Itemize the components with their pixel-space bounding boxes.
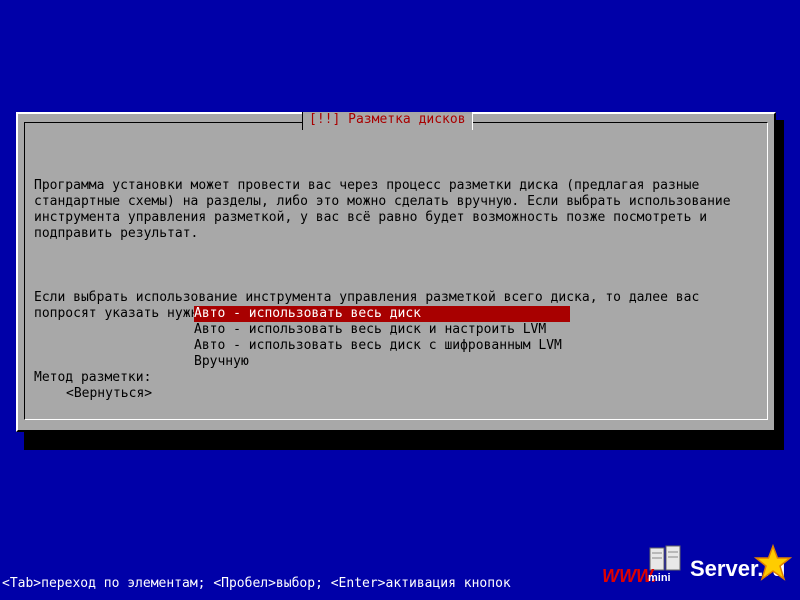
partition-method-list: Авто - использовать весь диск Авто - исп…	[194, 306, 570, 370]
dialog-body: Программа установки может провести вас ч…	[34, 146, 754, 418]
star-icon	[754, 544, 792, 581]
back-button[interactable]: <Вернуться>	[66, 386, 152, 402]
partition-dialog: [!!] Разметка дисков Программа установки…	[16, 112, 776, 432]
logo-mini: mini	[648, 572, 671, 584]
option-auto-lvm[interactable]: Авто - использовать весь диск и настроит…	[194, 322, 570, 338]
status-bar: <Tab>переход по элементам; <Пробел>выбор…	[2, 576, 511, 591]
option-auto-whole-disk[interactable]: Авто - использовать весь диск	[194, 306, 570, 322]
site-logo: WWW. mini Server.ru	[602, 540, 798, 596]
option-auto-encrypted-lvm[interactable]: Авто - использовать весь диск с шифрован…	[194, 338, 570, 354]
description-paragraph-1: Программа установки может провести вас ч…	[34, 178, 731, 241]
method-label: Метод разметки:	[34, 370, 152, 385]
option-manual[interactable]: Вручную	[194, 354, 570, 370]
dialog-title: [!!] Разметка дисков	[302, 112, 473, 130]
